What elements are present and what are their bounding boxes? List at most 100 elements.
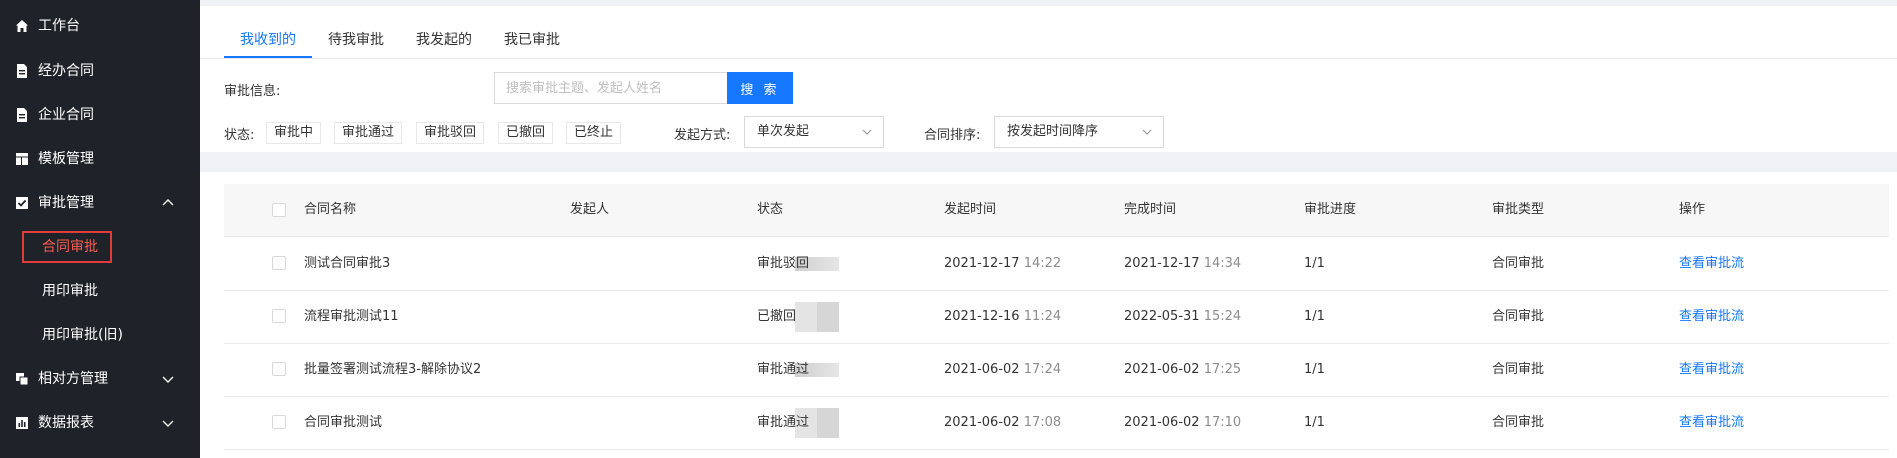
status-text: 审批通过 <box>757 415 810 430</box>
status-text: 已撤回 <box>757 309 797 324</box>
column-header-start-time: 发起时间 <box>944 202 997 217</box>
sidebar-subitem-seal-approval-old[interactable]: 用印审批(旧) <box>0 313 200 357</box>
approval-type: 合同审批 <box>1492 309 1545 324</box>
template-icon <box>14 151 30 167</box>
approval-type: 合同审批 <box>1492 256 1545 271</box>
progress: 1/1 <box>1304 362 1325 377</box>
sidebar-item-handled-contracts[interactable]: 经办合同 <box>0 49 200 93</box>
chevron-down-icon <box>160 371 176 387</box>
start-clock: 14:22 <box>1023 256 1062 271</box>
row-checkbox[interactable] <box>272 256 286 270</box>
sidebar-item-template-management[interactable]: 模板管理 <box>0 137 200 181</box>
table-row: 测试合同审批3 审批驳回 2021-12-17 14:22 2021-12-17… <box>224 237 1889 291</box>
document-icon <box>14 63 30 79</box>
view-flow-link[interactable]: 查看审批流 <box>1679 237 1744 290</box>
tab-divider <box>200 58 1897 59</box>
sidebar-item-counterparty-management[interactable]: 相对方管理 <box>0 357 200 401</box>
sidebar-item-enterprise-contracts[interactable]: 企业合同 <box>0 93 200 137</box>
start-clock: 11:24 <box>1023 309 1062 324</box>
status-chip-withdrawn[interactable]: 已撤回 <box>498 122 554 144</box>
view-flow-link[interactable]: 查看审批流 <box>1679 396 1744 449</box>
status-chip-approved[interactable]: 审批通过 <box>334 122 403 144</box>
sidebar-item-workbench[interactable]: 工作台 <box>0 4 200 48</box>
end-date: 2022-05-31 <box>1124 309 1200 324</box>
sidebar-item-approval-management[interactable]: 审批管理 <box>0 181 200 225</box>
status-chip-in-review[interactable]: 审批中 <box>266 122 322 144</box>
column-header-status: 状态 <box>757 202 784 217</box>
sidebar-item-label: 经办合同 <box>38 63 94 79</box>
sidebar-subitem-label: 用印审批 <box>42 283 98 299</box>
sidebar-subitem-label: 合同审批 <box>42 239 98 255</box>
mode-select[interactable]: 单次发起 <box>744 116 884 148</box>
start-date: 2021-06-02 <box>944 362 1020 377</box>
initiator-avatar-blurred <box>795 302 839 332</box>
tab-received[interactable]: 我收到的 <box>240 20 296 60</box>
status-chip-rejected[interactable]: 审批驳回 <box>416 122 485 144</box>
chevron-up-icon <box>160 195 176 211</box>
end-clock: 14:34 <box>1203 256 1242 271</box>
end-clock: 15:24 <box>1203 309 1242 324</box>
counterparty-icon <box>14 371 30 387</box>
table-header: 合同名称 发起人 状态 发起时间 完成时间 审批进度 审批类型 操作 <box>224 184 1889 237</box>
progress: 1/1 <box>1304 309 1325 324</box>
row-checkbox[interactable] <box>272 309 286 323</box>
end-date: 2021-06-02 <box>1124 415 1200 430</box>
start-date: 2021-12-16 <box>944 309 1020 324</box>
search-label: 审批信息: <box>224 84 281 99</box>
chevron-down-icon <box>1141 126 1153 138</box>
column-header-end-time: 完成时间 <box>1124 202 1177 217</box>
sidebar-item-label: 模板管理 <box>38 151 94 167</box>
mode-select-value: 单次发起 <box>757 124 810 139</box>
progress: 1/1 <box>1304 415 1325 430</box>
progress: 1/1 <box>1304 256 1325 271</box>
end-time: 2022-05-31 15:24 <box>1124 290 1241 343</box>
start-clock: 17:24 <box>1023 362 1062 377</box>
mode-label: 发起方式: <box>674 128 731 143</box>
end-time: 2021-06-02 17:25 <box>1124 343 1241 396</box>
row-checkbox[interactable] <box>272 362 286 376</box>
sidebar-subitem-seal-approval[interactable]: 用印审批 <box>0 269 200 313</box>
tab-pending[interactable]: 待我审批 <box>328 20 384 60</box>
sort-label: 合同排序: <box>924 128 981 143</box>
search-input[interactable] <box>494 72 728 104</box>
select-all-checkbox[interactable] <box>272 203 286 217</box>
sidebar-item-label: 工作台 <box>38 18 80 34</box>
view-flow-link[interactable]: 查看审批流 <box>1679 290 1744 343</box>
approval-type: 合同审批 <box>1492 362 1545 377</box>
approval-type: 合同审批 <box>1492 415 1545 430</box>
start-time: 2021-06-02 17:08 <box>944 396 1061 449</box>
approval-icon <box>14 195 30 211</box>
row-checkbox[interactable] <box>272 415 286 429</box>
contract-name: 批量签署测试流程3-解除协议2 <box>304 362 482 377</box>
sidebar-item-label: 审批管理 <box>38 195 94 211</box>
status-label: 状态: <box>224 128 255 143</box>
status-text: 审批驳回 <box>757 256 810 271</box>
status-chip-terminated[interactable]: 已终止 <box>566 122 622 144</box>
start-clock: 17:08 <box>1023 415 1062 430</box>
sidebar-item-data-reports[interactable]: 数据报表 <box>0 401 200 445</box>
start-time: 2021-12-17 14:22 <box>944 237 1061 290</box>
column-header-type: 审批类型 <box>1492 202 1545 217</box>
contract-table: 合同名称 发起人 状态 发起时间 完成时间 审批进度 审批类型 操作 测试合同审… <box>200 172 1897 458</box>
document-icon <box>14 107 30 123</box>
view-flow-link[interactable]: 查看审批流 <box>1679 343 1744 396</box>
sidebar-item-label: 相对方管理 <box>38 371 108 387</box>
sidebar-subitem-label: 用印审批(旧) <box>42 327 123 343</box>
tab-initiated[interactable]: 我发起的 <box>416 20 472 60</box>
chevron-down-icon <box>861 126 873 138</box>
end-date: 2021-06-02 <box>1124 362 1200 377</box>
main-content: 我收到的 待我审批 我发起的 我已审批 审批信息: 搜 索 状态: 审批中 审批… <box>200 0 1897 458</box>
tab-approved[interactable]: 我已审批 <box>504 20 560 60</box>
start-date: 2021-06-02 <box>944 415 1020 430</box>
start-time: 2021-06-02 17:24 <box>944 343 1061 396</box>
end-time: 2021-06-02 17:10 <box>1124 396 1241 449</box>
sidebar-item-label: 数据报表 <box>38 415 94 431</box>
sort-select[interactable]: 按发起时间降序 <box>994 116 1164 148</box>
column-header-progress: 审批进度 <box>1304 202 1357 217</box>
start-time: 2021-12-16 11:24 <box>944 290 1061 343</box>
app-root: 工作台 经办合同 企业合同 模板管理 审批管理 合同审批 用印审批 用印审批(旧… <box>0 0 1897 458</box>
filter-panel: 我收到的 待我审批 我发起的 我已审批 审批信息: 搜 索 状态: 审批中 审批… <box>200 6 1897 152</box>
end-clock: 17:25 <box>1203 362 1242 377</box>
search-button[interactable]: 搜 索 <box>727 72 793 104</box>
sidebar-subitem-contract-approval[interactable]: 合同审批 <box>0 225 200 269</box>
